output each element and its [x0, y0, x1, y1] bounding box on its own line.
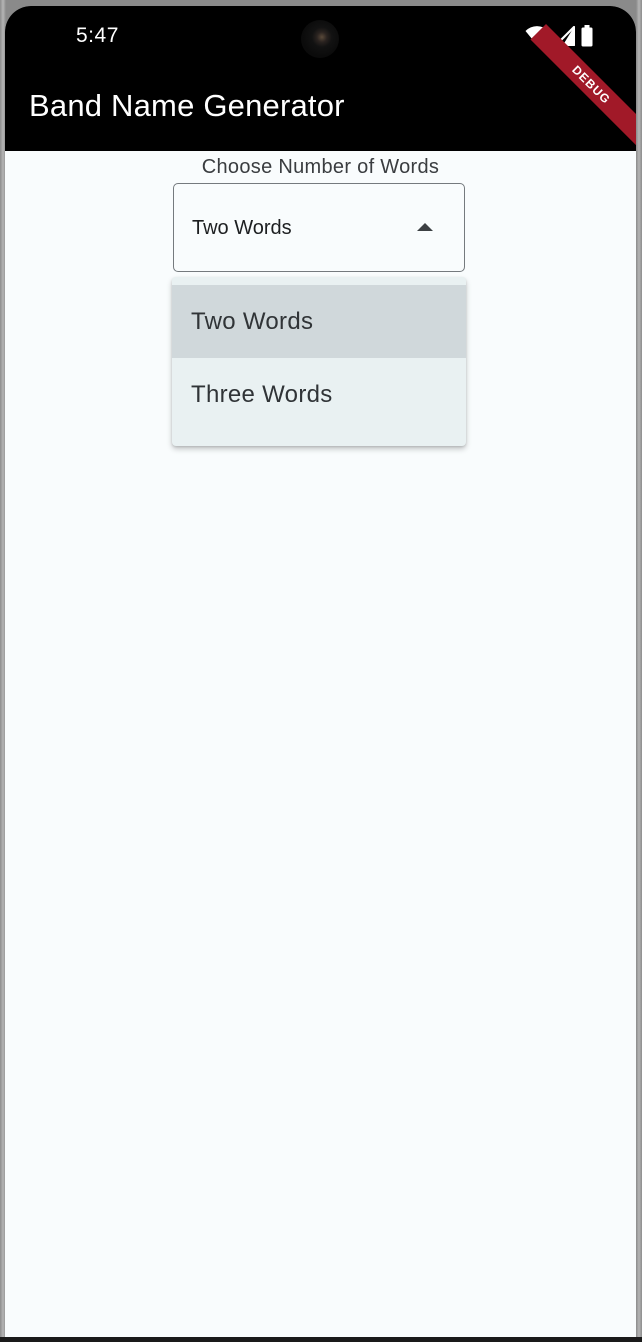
dropdown-selected-value: Two Words	[192, 217, 292, 239]
device-frame: 5:47 Band Name Generator DEBUG Choose Nu…	[0, 0, 642, 1342]
menu-item-three-words[interactable]: Three Words	[172, 358, 466, 431]
battery-icon	[581, 25, 593, 47]
word-count-label: Choose Number of Words	[201, 156, 440, 178]
word-count-dropdown[interactable]: Two Words	[173, 183, 465, 272]
front-camera	[301, 20, 339, 58]
menu-item-two-words[interactable]: Two Words	[172, 285, 466, 358]
app-bar-title: Band Name Generator	[29, 88, 345, 123]
phone-screen: 5:47 Band Name Generator DEBUG Choose Nu…	[5, 6, 636, 1342]
screen-bottom-edge	[0, 1337, 642, 1342]
main-content: Choose Number of Words Two Words Two Wor…	[5, 151, 636, 1342]
dropdown-menu: Two Words Three Words	[172, 277, 466, 446]
arrow-up-icon[interactable]	[417, 223, 433, 231]
status-bar-time: 5:47	[76, 24, 119, 47]
